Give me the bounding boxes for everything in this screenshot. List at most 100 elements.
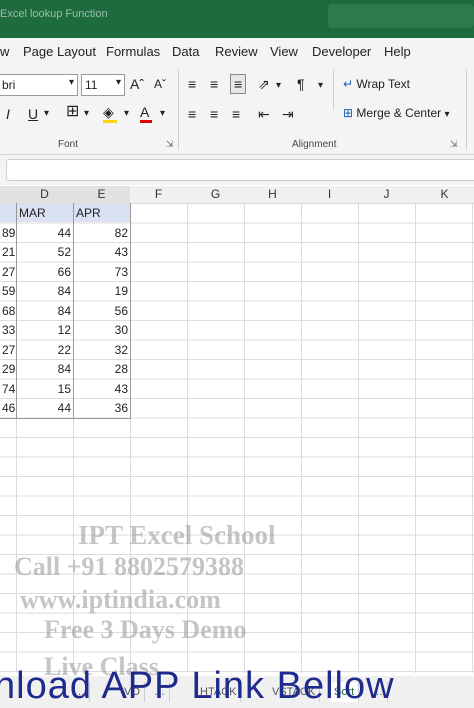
data-cell[interactable]: 73 — [74, 262, 130, 281]
merge-center-button[interactable]: ⊞ Merge & Center ▾ — [343, 106, 449, 120]
dialog-launcher-icon[interactable]: ⇲ — [450, 139, 458, 150]
align-left-icon[interactable]: ≡ — [188, 106, 196, 122]
column-header-d[interactable]: D — [16, 186, 74, 204]
data-cell[interactable]: 30 — [74, 321, 130, 339]
chevron-down-icon: ▾ — [115, 77, 121, 88]
data-cell[interactable]: 28 — [74, 360, 130, 378]
data-cell[interactable]: 21 — [0, 243, 16, 261]
italic-icon[interactable]: I — [6, 106, 10, 122]
data-cell[interactable]: 68 — [0, 301, 16, 320]
align-top-icon[interactable]: ≡ — [188, 76, 196, 92]
data-cell[interactable]: 12 — [17, 321, 73, 339]
data-cell[interactable]: 66 — [17, 262, 73, 281]
ribbon-divider — [466, 70, 467, 150]
column-header-j[interactable]: J — [358, 186, 416, 204]
chevron-down-icon[interactable]: ▾ — [84, 106, 89, 122]
tab-review[interactable]: Review — [215, 44, 258, 59]
align-center-icon[interactable]: ≡ — [210, 106, 218, 122]
data-cell[interactable]: 46 — [0, 399, 16, 417]
data-cell[interactable]: 74 — [0, 379, 16, 398]
data-cell[interactable]: 22 — [17, 340, 73, 359]
decrease-indent-icon[interactable]: ⇤ — [258, 106, 270, 122]
column-header-k[interactable]: K — [415, 186, 474, 204]
data-cell[interactable]: 59 — [0, 282, 16, 300]
data-cell[interactable]: 27 — [0, 340, 16, 359]
data-cell[interactable]: 43 — [74, 243, 130, 261]
decrease-font-size-icon[interactable]: Aˇ — [154, 76, 166, 92]
data-cell[interactable]: 33 — [0, 321, 16, 339]
data-cell[interactable]: 15 — [17, 379, 73, 398]
font-color-bar — [140, 120, 152, 123]
data-block-border — [0, 418, 131, 419]
column-header-h[interactable]: H — [244, 186, 302, 204]
merge-center-icon: ⊞ — [343, 106, 354, 120]
orientation-icon[interactable]: ⇗ — [258, 76, 270, 92]
data-cell[interactable]: 44 — [17, 223, 73, 242]
underline-icon[interactable]: U — [28, 106, 38, 122]
increase-font-size-icon[interactable]: Aˆ — [130, 76, 144, 92]
column-header-g[interactable]: G — [187, 186, 245, 204]
data-cell[interactable]: 84 — [17, 282, 73, 300]
data-cell[interactable]: 82 — [74, 223, 130, 242]
increase-indent-icon[interactable]: ⇥ — [282, 106, 294, 122]
chevron-down-icon[interactable]: ▾ — [44, 106, 49, 122]
chevron-down-icon[interactable]: ▾ — [276, 78, 281, 94]
data-block-border — [16, 203, 17, 418]
dialog-launcher-icon[interactable]: ⇲ — [166, 139, 174, 150]
tab-page-layout[interactable]: Page Layout — [23, 44, 96, 59]
data-cell[interactable]: 36 — [74, 399, 130, 417]
align-bottom-icon[interactable]: ≡ — [230, 74, 247, 94]
data-cell[interactable]: 44 — [17, 399, 73, 417]
borders-icon[interactable]: ⊞ — [66, 104, 79, 120]
search-box[interactable] — [328, 4, 474, 28]
chevron-down-icon[interactable]: ▾ — [160, 106, 165, 122]
header-cell[interactable]: MAR — [17, 204, 73, 222]
data-cell[interactable]: 84 — [17, 301, 73, 320]
column-header-e[interactable]: E — [73, 186, 131, 204]
data-cell[interactable]: 19 — [74, 282, 130, 300]
menu-bar: w Page Layout Formulas Data Review View … — [0, 38, 474, 64]
tab-data[interactable]: Data — [172, 44, 199, 59]
chevron-down-icon[interactable]: ▾ — [318, 78, 323, 94]
chevron-down-icon: ▾ — [68, 77, 74, 88]
font-color-icon[interactable]: A — [140, 104, 152, 123]
chevron-down-icon[interactable]: ▾ — [124, 106, 129, 122]
merge-center-label: Merge & Center — [356, 106, 442, 120]
download-app-banner: nload APP Link Bellow — [0, 665, 395, 707]
tab-developer[interactable]: Developer — [312, 44, 371, 59]
watermark-line-2: Call +91 8802579388 — [14, 552, 245, 581]
wrap-text-icon: ↵ — [343, 77, 354, 91]
wrap-text-button[interactable]: ↵ Wrap Text — [343, 77, 410, 91]
tab-view[interactable]: View — [270, 44, 298, 59]
align-right-icon[interactable]: ≡ — [232, 106, 240, 122]
column-header-i[interactable]: I — [301, 186, 359, 204]
alignment-group-label: Alignment — [292, 139, 337, 150]
data-cell[interactable]: 52 — [17, 243, 73, 261]
align-middle-icon[interactable]: ≡ — [210, 76, 218, 92]
data-cell[interactable]: 29 — [0, 360, 16, 378]
data-cell[interactable]: 32 — [74, 340, 130, 359]
column-header-f[interactable]: F — [130, 186, 188, 204]
data-cell[interactable]: 43 — [74, 379, 130, 398]
fill-color-bar — [103, 120, 117, 123]
text-direction-icon[interactable]: ¶ — [297, 76, 305, 92]
chevron-down-icon[interactable]: ▾ — [444, 109, 449, 120]
watermark-line-3: www.iptindia.com — [20, 585, 221, 614]
font-size-value: 11 — [85, 78, 98, 92]
fill-color-icon[interactable]: ◈ — [103, 104, 117, 123]
header-cell[interactable]: APR — [74, 204, 130, 222]
title-bar: Excel lookup Function — [0, 0, 474, 38]
font-name-dropdown[interactable]: bri ▾ — [0, 74, 78, 96]
tab-formulas[interactable]: Formulas — [106, 44, 160, 59]
data-cell[interactable]: 27 — [0, 262, 16, 281]
data-cell[interactable]: 89 — [0, 223, 16, 242]
formula-input[interactable] — [6, 159, 474, 181]
header-cell[interactable] — [0, 204, 16, 222]
column-header-c-partial[interactable] — [0, 186, 17, 204]
data-cell[interactable]: 56 — [74, 301, 130, 320]
data-cell[interactable]: 84 — [17, 360, 73, 378]
tab-view-partial[interactable]: w — [0, 44, 9, 59]
tab-help[interactable]: Help — [384, 44, 411, 59]
font-name-value: bri — [2, 78, 16, 92]
font-size-dropdown[interactable]: 11 ▾ — [81, 74, 125, 96]
